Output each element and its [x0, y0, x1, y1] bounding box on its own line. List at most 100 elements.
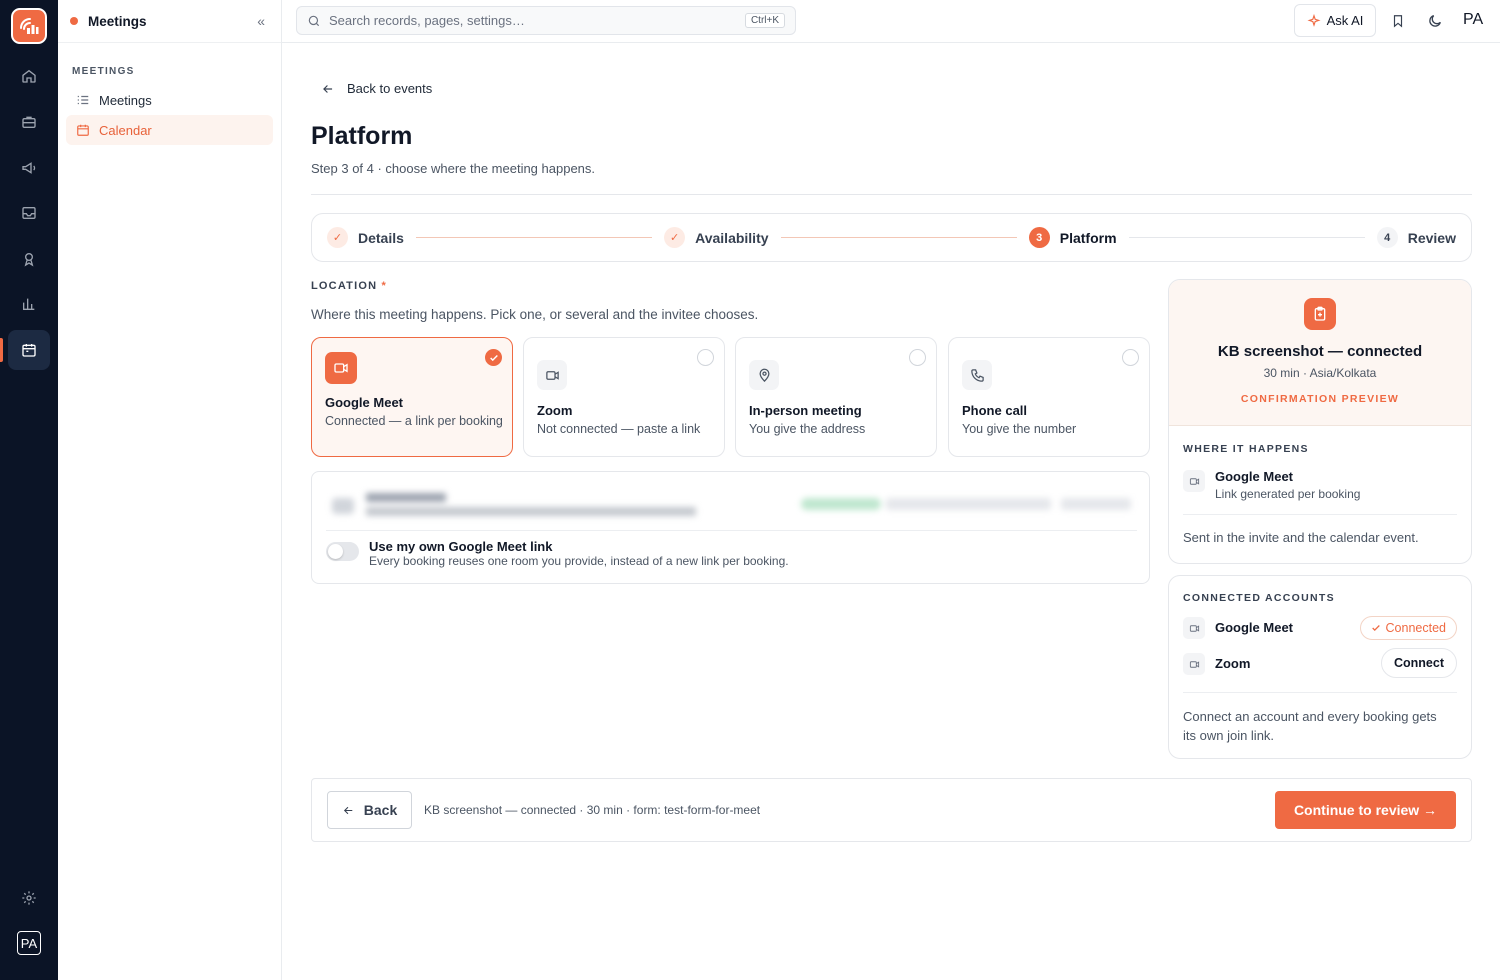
- search-placeholder: Search records, pages, settings…: [329, 13, 525, 28]
- location-detail-panel: Use my own Google Meet link Every bookin…: [311, 471, 1150, 584]
- search-icon: [308, 15, 320, 26]
- rail-campaigns[interactable]: [8, 148, 50, 188]
- own-link-desc: Every booking reuses one room you provid…: [369, 554, 789, 568]
- step-platform[interactable]: 3 Platform: [1028, 227, 1117, 248]
- clipboard-icon: [1304, 298, 1336, 330]
- arrow-left-icon: [323, 84, 333, 93]
- account-name: Zoom: [1215, 656, 1251, 671]
- divider: [1183, 514, 1457, 515]
- step-connector: [415, 237, 653, 238]
- sidebar-item-label: Meetings: [99, 92, 152, 108]
- briefcase-icon: [22, 116, 36, 128]
- sidebar-title: Meetings: [88, 13, 147, 29]
- where-title: WHERE IT HAPPENS: [1183, 443, 1309, 455]
- video-icon: [1183, 617, 1205, 639]
- option-desc: Not connected — paste a link: [537, 422, 701, 436]
- divider: [326, 530, 1137, 531]
- option-title: Phone call: [962, 403, 1028, 418]
- own-link-toggle[interactable]: [326, 542, 359, 561]
- wizard-footer: Back KB screenshot — connected · 30 min …: [311, 778, 1472, 842]
- sparkle-icon: [1307, 13, 1321, 27]
- app-logo[interactable]: [11, 8, 47, 44]
- rail-inbox[interactable]: [8, 193, 50, 233]
- check-icon: [485, 349, 502, 366]
- back-button[interactable]: Back: [327, 791, 412, 829]
- account-name: Google Meet: [1215, 620, 1294, 635]
- megaphone-icon: [22, 162, 36, 174]
- user-avatar[interactable]: PA: [1463, 11, 1483, 29]
- location-option-in-person[interactable]: In-person meeting You give the address: [735, 337, 937, 457]
- video-icon: [325, 352, 357, 384]
- step-details[interactable]: ✓ Details: [327, 227, 404, 248]
- option-radio[interactable]: [1122, 349, 1139, 366]
- step-label: Platform: [1059, 229, 1117, 246]
- search-shortcut: Ctrl+K: [744, 13, 785, 28]
- location-help: Where this meeting happens. Pick one, or…: [311, 307, 759, 322]
- calendar-icon: [76, 123, 90, 137]
- video-icon: [1183, 653, 1205, 675]
- preview-label: CONFIRMATION PREVIEW: [1240, 393, 1400, 405]
- option-radio[interactable]: [697, 349, 714, 366]
- gear-icon: [22, 891, 36, 905]
- rail-calendar[interactable]: [8, 330, 50, 370]
- rail-settings[interactable]: [8, 878, 50, 918]
- step-connector: [780, 237, 1017, 238]
- inbox-icon: [22, 207, 36, 219]
- step-availability[interactable]: ✓ Availability: [664, 227, 769, 248]
- theme-toggle-button[interactable]: [1426, 12, 1444, 30]
- option-desc: You give the number: [962, 422, 1077, 436]
- zoom-connect-button[interactable]: Connect: [1381, 648, 1457, 678]
- option-radio[interactable]: [909, 349, 926, 366]
- footer-summary: KB screenshot — connected · 30 min · for…: [424, 803, 761, 817]
- option-desc: Connected — a link per booking: [325, 414, 503, 428]
- rail-awards[interactable]: [8, 239, 50, 279]
- location-label-text: LOCATION: [311, 280, 378, 292]
- ask-ai-button[interactable]: Ask AI: [1294, 4, 1376, 37]
- location-option-zoom[interactable]: Zoom Not connected — paste a link: [523, 337, 725, 457]
- rail-avatar[interactable]: PA: [17, 931, 41, 955]
- back-to-events-label: Back to events: [347, 81, 433, 96]
- page-subtitle: Step 3 of 4 · choose where the meeting h…: [311, 161, 596, 176]
- connect-label: Connect: [1394, 656, 1444, 670]
- option-title: Zoom: [537, 403, 573, 418]
- sidebar-section-label: MEETINGS: [72, 66, 135, 77]
- search-input[interactable]: Search records, pages, settings… Ctrl+K: [296, 6, 796, 35]
- map-pin-icon: [749, 360, 779, 390]
- app-rail: PA: [0, 0, 58, 980]
- back-to-events-link[interactable]: Back to events: [321, 81, 432, 96]
- status-dot: [70, 17, 78, 25]
- connected-accounts-panel: CONNECTED ACCOUNTS Google Meet Connected…: [1168, 575, 1472, 759]
- collapse-sidebar-icon[interactable]: «: [257, 13, 265, 29]
- sidebar-item-calendar[interactable]: Calendar: [66, 115, 273, 145]
- rail-home[interactable]: [8, 56, 50, 96]
- logo-icon: [20, 18, 39, 34]
- calendar-icon: [22, 344, 36, 357]
- location-option-phone[interactable]: Phone call You give the number: [948, 337, 1150, 457]
- video-icon: [537, 360, 567, 390]
- topbar: Search records, pages, settings… Ctrl+K …: [282, 0, 1500, 43]
- check-icon: [1371, 625, 1380, 631]
- preview-event-name: KB screenshot — connected: [1217, 343, 1423, 360]
- moon-icon: [1429, 15, 1441, 27]
- continue-to-review-button[interactable]: Continue to review →: [1275, 791, 1456, 829]
- step-review[interactable]: 4 Review: [1376, 227, 1456, 248]
- sidebar-header: Meetings «: [58, 0, 281, 43]
- sidebar-item-meetings[interactable]: Meetings: [66, 85, 273, 115]
- step-number-badge: 4: [1376, 227, 1398, 248]
- rail-briefcase[interactable]: [8, 102, 50, 142]
- step-label: Details: [358, 229, 404, 246]
- step-number-badge: 3: [1028, 227, 1050, 248]
- check-icon: ✓: [664, 227, 686, 248]
- where-name: Google Meet: [1215, 469, 1294, 484]
- bookmark-icon: [1393, 15, 1403, 28]
- preview-header: KB screenshot — connected 30 min · Asia/…: [1169, 280, 1471, 426]
- option-title: Google Meet: [325, 395, 404, 410]
- list-icon: [76, 93, 90, 107]
- location-option-google-meet[interactable]: Google Meet Connected — a link per booki…: [311, 337, 513, 457]
- bookmark-button[interactable]: [1389, 12, 1407, 30]
- check-icon: ✓: [327, 227, 348, 248]
- required-mark: *: [381, 280, 387, 292]
- preview-event-meta: 30 min · Asia/Kolkata: [1263, 366, 1377, 380]
- rail-reports[interactable]: [8, 284, 50, 324]
- step-label: Review: [1407, 229, 1456, 246]
